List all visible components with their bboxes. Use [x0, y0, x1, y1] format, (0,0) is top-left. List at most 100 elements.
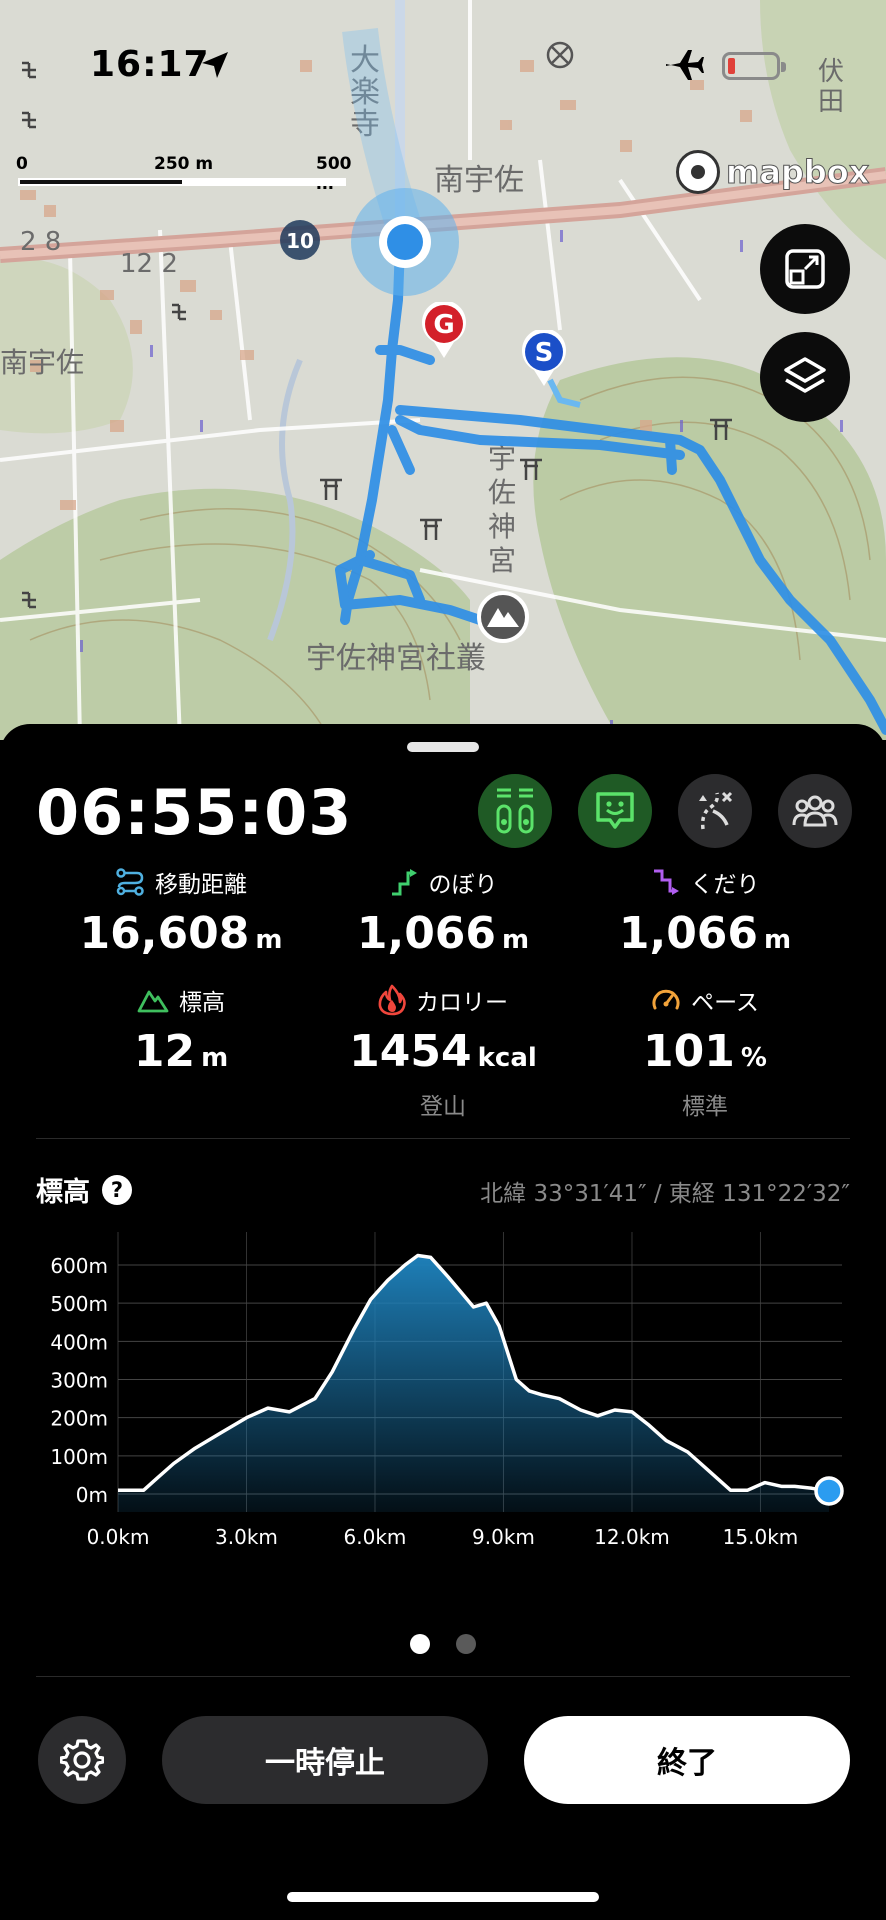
location-arrow-icon: [200, 50, 230, 84]
x-tick-label: 15.0km: [723, 1525, 799, 1549]
stat-calories-sub: 登山: [420, 1094, 466, 1120]
flame-icon: [378, 984, 406, 1016]
scale-label-0: 0: [16, 154, 28, 174]
group-icon: [792, 795, 838, 827]
svg-text:南宇佐: 南宇佐: [434, 163, 524, 198]
y-tick-label: 500m: [50, 1292, 108, 1316]
stat-descent: くだり 1,066 m: [560, 866, 850, 959]
stat-pace-label: ペース: [691, 990, 759, 1016]
scale-label-500: 500 m: [316, 154, 352, 194]
help-icon[interactable]: ?: [102, 1174, 132, 1205]
settings-button[interactable]: [38, 1716, 126, 1804]
route-branch-icon: [699, 791, 733, 830]
coordinates-readout: 北緯 33°31′41″ / 東経 131°22′32″: [480, 1181, 850, 1207]
x-tick-label: 3.0km: [215, 1525, 278, 1549]
stat-pace-sub: 標準: [682, 1094, 728, 1120]
stat-pace-value: 101: [643, 1026, 735, 1077]
summit-marker[interactable]: [476, 590, 530, 644]
divider: [36, 1138, 850, 1139]
y-tick-label: 600m: [50, 1254, 108, 1278]
elevation-chart[interactable]: 600m 500m 400m 300m 200m 100m 0m 0.0km 3.0km 6.0k…: [0, 1222, 886, 1552]
speedometer-icon: [652, 989, 680, 1010]
stat-descent-unit: m: [764, 925, 792, 955]
stat-distance-value: 16,608: [79, 908, 250, 959]
pause-button[interactable]: 一時停止: [162, 1716, 488, 1804]
stat-ascent: のぼり 1,066 m: [298, 866, 588, 959]
route-branch-button[interactable]: [678, 774, 752, 848]
group-button[interactable]: [778, 774, 852, 848]
page-dot-1[interactable]: [410, 1634, 430, 1654]
svg-text:12 2: 12 2: [120, 249, 178, 279]
map-tiles: 大 楽 寺 南宇佐 南宇佐 宇 佐 神 宮 宇佐神宮社叢 伏 田 2 8 12 …: [0, 0, 886, 740]
mapbox-attribution[interactable]: mapbox: [676, 150, 870, 194]
map-scale-bar: 0 250 m 500 m: [16, 154, 352, 194]
current-position-marker: [814, 1476, 844, 1506]
svg-text:宇佐神宮社叢: 宇佐神宮社叢: [306, 641, 486, 676]
end-button[interactable]: 終了: [524, 1716, 850, 1804]
stat-calories-value: 1454: [349, 1026, 472, 1077]
fit-bounds-button[interactable]: [760, 224, 850, 314]
airplane-icon: [664, 48, 704, 86]
elevation-title: 標高 ?: [36, 1170, 132, 1209]
goal-marker[interactable]: G: [420, 300, 468, 358]
x-tick-label: 0.0km: [87, 1525, 150, 1549]
divider-bottom: [36, 1676, 850, 1677]
svg-text:田: 田: [818, 87, 844, 117]
elevation-area: [118, 1255, 829, 1512]
svg-text:南宇佐: 南宇佐: [0, 346, 84, 379]
stat-pace-unit: %: [740, 1043, 767, 1073]
y-tick-label: 0m: [76, 1483, 108, 1507]
stat-elevation-value: 12: [133, 1026, 196, 1077]
y-tick-label: 100m: [50, 1445, 108, 1469]
gauges-button[interactable]: [478, 774, 552, 848]
y-tick-label: 300m: [50, 1369, 108, 1393]
stat-calories-label: カロリー: [416, 990, 508, 1016]
chat-face-button[interactable]: [578, 774, 652, 848]
svg-text:10: 10: [286, 229, 314, 253]
home-indicator: [287, 1892, 599, 1902]
layers-button[interactable]: [760, 332, 850, 422]
stat-pace: ペース 101% 標準: [560, 984, 850, 1121]
map-view[interactable]: 大 楽 寺 南宇佐 南宇佐 宇 佐 神 宮 宇佐神宮社叢 伏 田 2 8 12 …: [0, 0, 886, 740]
svg-text:伏: 伏: [818, 57, 844, 87]
start-marker[interactable]: S: [520, 328, 568, 386]
scale-label-250: 250 m: [154, 154, 214, 174]
x-tick-label: 6.0km: [344, 1525, 407, 1549]
mountain-icon: [477, 591, 529, 643]
svg-text:神: 神: [488, 510, 516, 543]
stat-descent-value: 1,066: [618, 908, 759, 959]
fit-bounds-icon: [785, 249, 825, 289]
stat-calories-unit: kcal: [477, 1043, 537, 1073]
start-marker-label: S: [535, 338, 554, 368]
mapbox-text: mapbox: [725, 153, 870, 192]
stat-descent-label: くだり: [690, 872, 760, 898]
stat-distance: 移動距離 16,608 m: [36, 866, 326, 959]
elevation-title-text: 標高: [36, 1177, 90, 1208]
sheet-handle[interactable]: [407, 742, 479, 752]
y-tick-label: 400m: [50, 1330, 108, 1354]
descent-icon: [653, 869, 679, 895]
gear-icon: [60, 1739, 104, 1781]
mapbox-logo-icon: [676, 150, 720, 194]
stat-calories: カロリー 1454 kcal 登山: [298, 984, 588, 1121]
goal-marker-label: G: [433, 310, 454, 340]
stat-distance-label: 移動距離: [155, 872, 247, 898]
status-time: 16:17: [90, 44, 210, 85]
page-dot-2[interactable]: [456, 1634, 476, 1654]
stat-distance-unit: m: [255, 925, 283, 955]
svg-text:佐: 佐: [488, 476, 516, 509]
y-tick-label: 200m: [50, 1407, 108, 1431]
activity-sheet: 06:55:03 移動距離 16,608 m のぼり 1,066 m くだり 1…: [0, 724, 886, 1920]
battery-icon: [722, 52, 786, 80]
stat-ascent-unit: m: [502, 925, 530, 955]
gauges-icon: [496, 788, 534, 834]
svg-text:2 8: 2 8: [20, 227, 61, 257]
stat-elevation-label: 標高: [179, 990, 225, 1016]
stat-elevation: 標高 12 m: [36, 984, 326, 1077]
stat-elevation-unit: m: [201, 1043, 229, 1073]
stat-ascent-value: 1,066: [356, 908, 497, 959]
svg-text:宮: 宮: [488, 544, 516, 577]
stat-ascent-label: のぼり: [428, 872, 498, 898]
elapsed-timer: 06:55:03: [36, 776, 353, 849]
svg-text:宇: 宇: [488, 442, 516, 475]
